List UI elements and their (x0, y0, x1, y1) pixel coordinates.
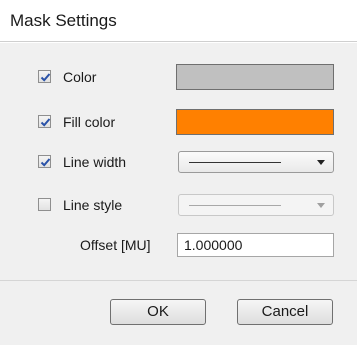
button-separator (0, 280, 357, 281)
line-width-preview (189, 162, 281, 163)
color-label: Color (63, 69, 97, 85)
chevron-down-icon (317, 160, 325, 165)
dialog-titlebar: Mask Settings (0, 0, 357, 42)
color-row: Color (0, 64, 357, 90)
line-style-dropdown (178, 194, 334, 216)
color-swatch-button[interactable] (176, 64, 334, 90)
fill-color-label: Fill color (63, 114, 116, 130)
line-style-checkbox[interactable] (38, 198, 51, 211)
fill-color-swatch-button[interactable] (176, 109, 334, 135)
fill-color-checkbox[interactable] (38, 115, 51, 128)
checkmark-icon (40, 158, 51, 167)
line-style-preview (189, 205, 281, 206)
checkmark-icon (40, 118, 51, 127)
cancel-button[interactable]: Cancel (237, 299, 333, 325)
checkmark-icon (40, 73, 51, 82)
line-width-checkbox[interactable] (38, 155, 51, 168)
offset-row: Offset [MU] (0, 233, 357, 258)
ok-button[interactable]: OK (110, 299, 206, 325)
chevron-down-icon (317, 203, 325, 208)
dialog-title: Mask Settings (10, 11, 117, 30)
line-style-label: Line style (63, 197, 123, 213)
offset-input[interactable] (177, 233, 334, 257)
line-style-row: Line style (0, 194, 357, 218)
line-width-row: Line width (0, 151, 357, 175)
offset-label: Offset [MU] (80, 237, 151, 253)
line-width-dropdown[interactable] (178, 151, 334, 173)
color-checkbox[interactable] (38, 70, 51, 83)
dialog-body: Color Fill color Line width Line style O… (0, 43, 357, 345)
line-width-label: Line width (63, 154, 127, 170)
fill-color-row: Fill color (0, 109, 357, 135)
